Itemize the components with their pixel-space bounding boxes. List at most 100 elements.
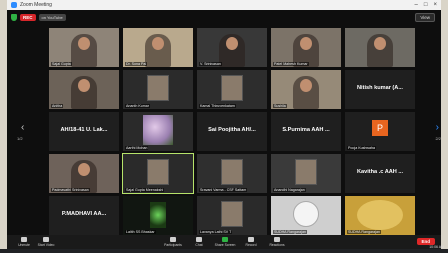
participant-name-large: Nitish kumar (A... <box>356 85 403 91</box>
participant-name: Kamal Thiruvenkatam <box>199 104 236 108</box>
prev-page-arrow-icon[interactable]: ‹ <box>21 122 24 133</box>
share-screen-button[interactable]: Share Screen <box>214 237 236 247</box>
participant-tile[interactable]: Lalith SS Bhaskar <box>123 196 193 235</box>
participant-tile[interactable]: Sajal Gupta <box>49 28 119 67</box>
record-icon <box>248 237 254 242</box>
window-controls: – □ × <box>415 2 441 8</box>
participant-name: Dr. Sona Pal <box>125 62 148 66</box>
participant-tile[interactable]: AH/18-41 U. Lak... <box>49 112 119 151</box>
participant-tile[interactable]: Anitha <box>49 70 119 109</box>
participant-face <box>374 37 386 50</box>
participant-face <box>300 79 312 92</box>
participant-tile[interactable] <box>345 28 415 67</box>
participant-tile[interactable]: Patel Mahesh Kumar <box>271 28 341 67</box>
participant-tile[interactable]: Kavitha .c AAH ... <box>345 154 415 193</box>
share-screen-icon <box>222 237 228 242</box>
mic-off-icon <box>21 237 27 242</box>
window-title: Zoom Meeting <box>20 2 52 8</box>
minimize-icon[interactable]: – <box>415 2 418 8</box>
participant-tile[interactable]: Aarthi Mohan <box>123 112 193 151</box>
participants-button[interactable]: Participants <box>162 237 184 247</box>
participant-name-large: P.MADHAVI AA... <box>61 211 107 217</box>
participant-tile[interactable]: Nitish kumar (A... <box>345 70 415 109</box>
zoom-window: Zoom Meeting – □ × REC on YouTube View ‹… <box>7 0 441 249</box>
reactions-icon <box>274 237 280 242</box>
participant-tile[interactable]: V. Srinivasan <box>197 28 267 67</box>
next-page-arrow-icon[interactable]: › <box>436 122 439 133</box>
chat-icon <box>196 237 202 242</box>
participant-tile[interactable]: P Pooja Kushwaha <box>345 112 415 151</box>
zoom-logo-icon <box>11 2 17 8</box>
participant-tile[interactable]: Sajal Gupta Meenakshi <box>122 153 194 194</box>
participant-name: V. Srinivasan <box>199 62 222 66</box>
participant-tile[interactable]: Lavanya Lathi SV T <box>197 196 267 235</box>
toolbar-center-group: Participants Chat Share Screen Record Re… <box>162 237 288 247</box>
participant-tile[interactable]: Sravani Varma - CSF Sattam <box>197 154 267 193</box>
view-button[interactable]: View <box>415 12 435 22</box>
participant-name: Sajal Gupta Meenakshi <box>125 188 165 192</box>
reactions-button[interactable]: Reactions <box>266 237 288 247</box>
security-shield-icon[interactable] <box>11 13 17 21</box>
participant-name: Sravani Varma - CSF Sattam <box>199 188 248 192</box>
participant-name: SUDHA Rangarajan <box>347 230 381 234</box>
profile-photo-art <box>357 200 403 230</box>
participant-tile[interactable]: Padmavathi Srinivasan <box>49 154 119 193</box>
participant-name: Pooja Kushwaha <box>347 146 376 150</box>
participant-tile[interactable]: Sushila <box>271 70 341 109</box>
participant-name: Lavanya Lathi SV T <box>199 230 233 234</box>
participant-tile[interactable]: Dr. Sona Pal <box>123 28 193 67</box>
participants-icon <box>170 237 176 242</box>
meeting-toolbar: Unmute Start Video Participants Chat Sha… <box>7 235 441 249</box>
participant-tile[interactable]: Anandhi Nagarajan <box>271 154 341 193</box>
profile-photo <box>147 75 169 101</box>
participant-name: Ananth Kumar <box>125 104 150 108</box>
profile-photo <box>221 201 243 227</box>
live-stream-badge[interactable]: on YouTube <box>38 13 66 21</box>
profile-photo <box>221 75 243 101</box>
profile-photo-plant <box>150 202 166 228</box>
unmute-button[interactable]: Unmute <box>13 237 35 247</box>
participant-face <box>152 37 164 50</box>
participant-face <box>78 37 90 50</box>
participant-name: Padmavathi Srinivasan <box>51 188 90 192</box>
taskbar-clock: 10:06 AM <box>429 245 444 249</box>
close-icon[interactable]: × <box>433 2 437 8</box>
participant-name: Anandhi Nagarajan <box>273 188 306 192</box>
participant-name: Anitha <box>51 104 64 108</box>
page-indicator-left: 1/2 <box>17 136 23 141</box>
video-off-icon <box>43 237 49 242</box>
participant-tile[interactable]: P.MADHAVI AA... <box>49 196 119 235</box>
end-meeting-button[interactable]: End <box>416 238 435 245</box>
participant-face <box>78 163 90 176</box>
gallery-grid: Sajal Gupta Dr. Sona Pal V. Srinivasan Pate… <box>49 28 415 235</box>
avatar-initial: P <box>372 120 388 136</box>
participant-name: Lalith SS Bhaskar <box>125 230 156 234</box>
chat-button[interactable]: Chat <box>188 237 210 247</box>
recording-badge[interactable]: REC <box>20 13 36 21</box>
participant-tile[interactable]: SUDHA Rangarajan <box>271 196 341 235</box>
participant-tile[interactable]: SUDHA Rangarajan <box>345 196 415 235</box>
start-video-button[interactable]: Start Video <box>35 237 57 247</box>
participant-tile[interactable]: Kamal Thiruvenkatam <box>197 70 267 109</box>
record-button[interactable]: Record <box>240 237 262 247</box>
maximize-icon[interactable]: □ <box>424 2 428 8</box>
participant-name: Sushila <box>273 104 287 108</box>
participant-name-large: AH/18-41 U. Lak... <box>60 127 108 133</box>
participant-tile[interactable]: Ananth Kumar <box>123 70 193 109</box>
participant-name-large: Sai Poojitha AH/... <box>208 127 256 133</box>
os-taskbar: 10:06 AM <box>0 245 448 253</box>
profile-photo <box>147 159 169 185</box>
profile-photo-flowers <box>143 115 173 145</box>
participant-name: Sajal Gupta <box>51 62 72 66</box>
meeting-topbar: REC on YouTube View <box>7 10 441 24</box>
participant-tile[interactable]: S.Purnima AAH ... <box>271 112 341 151</box>
participant-name: Patel Mahesh Kumar <box>273 62 309 66</box>
participant-face <box>300 37 312 50</box>
participant-face <box>226 37 238 50</box>
participant-name: SUDHA Rangarajan <box>273 230 307 234</box>
participant-name: Aarthi Mohan <box>125 146 149 150</box>
profile-photo-dog <box>293 201 319 227</box>
participant-tile[interactable]: Sai Poojitha AH/... <box>197 112 267 151</box>
profile-photo <box>221 159 243 185</box>
participant-face <box>78 79 90 92</box>
